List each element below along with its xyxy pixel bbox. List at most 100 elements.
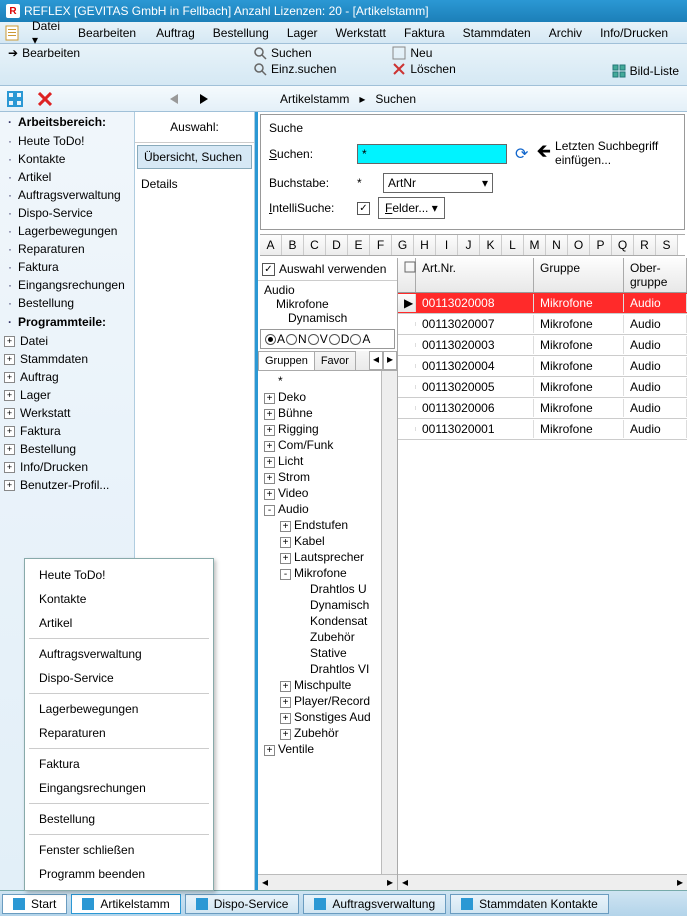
context-menu-item[interactable]: Bestellung: [25, 807, 213, 831]
sidebar-tree-item[interactable]: Stammdaten: [0, 350, 134, 368]
tb-bild-liste[interactable]: Bild-Liste: [612, 64, 679, 78]
plus-icon[interactable]: +: [264, 393, 275, 404]
sidebar-item[interactable]: Auftragsverwaltung: [0, 186, 134, 204]
group-tree[interactable]: *+Deko+Bühne+Rigging+Com/Funk+Licht+Stro…: [258, 371, 381, 874]
alpha-M[interactable]: M: [524, 235, 546, 255]
tree-node[interactable]: +Kabel: [258, 533, 381, 549]
task-button[interactable]: Start: [2, 894, 67, 914]
menu-stammdaten[interactable]: Stammdaten: [455, 24, 539, 42]
tree-node[interactable]: +Sonstiges Aud: [258, 709, 381, 725]
context-menu-item[interactable]: Eingangsrechungen: [25, 776, 213, 800]
menu-bestellung[interactable]: Bestellung: [205, 24, 277, 42]
col-obergruppe[interactable]: Ober- gruppe: [624, 258, 687, 292]
sidebar-tree-item[interactable]: Info/Drucken: [0, 458, 134, 476]
alpha-K[interactable]: K: [480, 235, 502, 255]
sidebar-tree-item[interactable]: Auftrag: [0, 368, 134, 386]
context-menu-item[interactable]: Programm beenden: [25, 862, 213, 886]
table-row[interactable]: 00113020004MikrofoneAudio: [398, 356, 687, 377]
radio-a[interactable]: [265, 334, 276, 345]
context-menu-item[interactable]: Kontakte: [25, 587, 213, 611]
plus-icon[interactable]: +: [264, 745, 275, 756]
alpha-N[interactable]: N: [546, 235, 568, 255]
plus-icon[interactable]: +: [264, 489, 275, 500]
tree-node[interactable]: +Zubehör: [258, 725, 381, 741]
tb-neu[interactable]: Neu: [392, 46, 455, 60]
sidebar-item[interactable]: Artikel: [0, 168, 134, 186]
minus-icon[interactable]: -: [280, 569, 291, 580]
menu-auftrag[interactable]: Auftrag: [148, 24, 203, 42]
tree-node[interactable]: Kondensat: [258, 613, 381, 629]
plus-icon[interactable]: +: [264, 457, 275, 468]
col-artnr[interactable]: Art.Nr.: [416, 258, 534, 292]
grid-scroll-left-icon[interactable]: ◂: [398, 875, 412, 890]
task-button[interactable]: Auftragsverwaltung: [303, 894, 446, 914]
sidebar-tree-item[interactable]: Benutzer-Profil...: [0, 476, 134, 494]
tree-node[interactable]: -Mikrofone: [258, 565, 381, 581]
filter-radio-row[interactable]: A N V D A: [260, 329, 395, 349]
tree-node[interactable]: Zubehör: [258, 629, 381, 645]
alpha-R[interactable]: R: [634, 235, 656, 255]
alpha-I[interactable]: I: [436, 235, 458, 255]
tree-scroll-right-icon[interactable]: ▸: [383, 875, 397, 890]
radio-v[interactable]: [308, 334, 319, 345]
context-menu-item[interactable]: Fenster schließen: [25, 838, 213, 862]
sidebar-item[interactable]: Dispo-Service: [0, 204, 134, 222]
tb-loeschen[interactable]: Löschen: [392, 62, 455, 76]
menu-bearbeiten[interactable]: Bearbeiten: [70, 24, 144, 42]
tree-node[interactable]: +Player/Record: [258, 693, 381, 709]
sidebar-item[interactable]: Faktura: [0, 258, 134, 276]
tree-scroll-left-icon[interactable]: ◂: [258, 875, 272, 890]
context-menu-item[interactable]: Artikel: [25, 611, 213, 635]
auswahl-uebersicht[interactable]: Übersicht, Suchen: [137, 145, 252, 169]
last-search-hint[interactable]: Letzten Suchbegriff einfügen...: [555, 139, 675, 167]
alpha-S[interactable]: S: [656, 235, 678, 255]
table-row[interactable]: ▶00113020008MikrofoneAudio: [398, 293, 687, 314]
tb-suchen[interactable]: Suchen: [253, 46, 336, 60]
nav-grid-icon[interactable]: [2, 88, 28, 110]
sidebar-tree-item[interactable]: Datei: [0, 332, 134, 350]
sidebar-tree-item[interactable]: Faktura: [0, 422, 134, 440]
sidebar-tree-item[interactable]: Werkstatt: [0, 404, 134, 422]
grid-scroll-right-icon[interactable]: ▸: [673, 875, 687, 890]
search-input[interactable]: [357, 144, 507, 164]
alpha-P[interactable]: P: [590, 235, 612, 255]
refresh-icon[interactable]: ⟳: [515, 144, 528, 164]
tab-favor[interactable]: Favor: [314, 351, 356, 370]
tree-node[interactable]: Dynamisch: [258, 597, 381, 613]
tree-node[interactable]: +Deko: [258, 389, 381, 405]
tree-node[interactable]: +Ventile: [258, 741, 381, 757]
menu-archiv[interactable]: Archiv: [541, 24, 590, 42]
alpha-G[interactable]: G: [392, 235, 414, 255]
plus-icon[interactable]: +: [280, 553, 291, 564]
alpha-B[interactable]: B: [282, 235, 304, 255]
alpha-O[interactable]: O: [568, 235, 590, 255]
tree-node[interactable]: +Rigging: [258, 421, 381, 437]
menu-extra[interactable]: Extra: [678, 24, 687, 42]
felder-combo[interactable]: Felder... ▾: [378, 197, 445, 219]
auswahl-verwenden-checkbox[interactable]: ✓: [262, 263, 275, 276]
menu-faktura[interactable]: Faktura: [396, 24, 453, 42]
plus-icon[interactable]: +: [264, 441, 275, 452]
context-menu-item[interactable]: Reparaturen: [25, 721, 213, 745]
nav-close-icon[interactable]: [32, 88, 58, 110]
tb-bearbeiten[interactable]: ➔ Bearbeiten: [8, 46, 237, 60]
tree-node[interactable]: +Mischpulte: [258, 677, 381, 693]
sidebar-item[interactable]: Heute ToDo!: [0, 132, 134, 150]
sidebar-item[interactable]: Kontakte: [0, 150, 134, 168]
minus-icon[interactable]: -: [264, 505, 275, 516]
tree-node[interactable]: Stative: [258, 645, 381, 661]
context-menu-item[interactable]: Auftragsverwaltung: [25, 642, 213, 666]
sidebar-item[interactable]: Eingangsrechungen: [0, 276, 134, 294]
alpha-H[interactable]: H: [414, 235, 436, 255]
sidebar-item[interactable]: Lagerbewegungen: [0, 222, 134, 240]
table-row[interactable]: 00113020001MikrofoneAudio: [398, 419, 687, 440]
tree-scrollbar[interactable]: [381, 371, 397, 874]
table-row[interactable]: 00113020007MikrofoneAudio: [398, 314, 687, 335]
plus-icon[interactable]: +: [264, 409, 275, 420]
menu-info[interactable]: Info/Drucken: [592, 24, 676, 42]
tab-scroll-right-icon[interactable]: ▸: [383, 351, 397, 370]
alpha-J[interactable]: J: [458, 235, 480, 255]
task-button[interactable]: Stammdaten Kontakte: [450, 894, 609, 914]
tree-node[interactable]: +Lautsprecher: [258, 549, 381, 565]
tb-einz-suchen[interactable]: Einz.suchen: [253, 62, 336, 76]
